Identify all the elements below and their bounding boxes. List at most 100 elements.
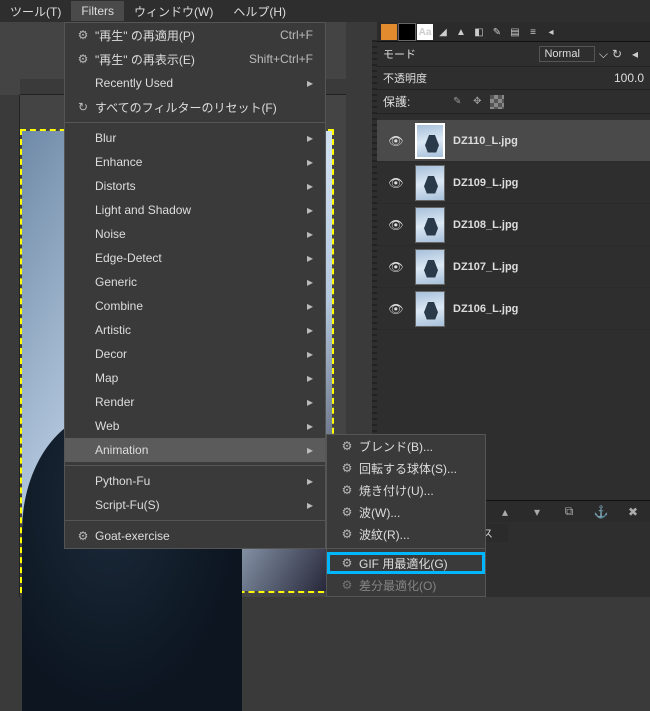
gear-icon: ⚙ — [337, 461, 357, 475]
layer-thumbnail[interactable] — [415, 207, 445, 243]
menu-filters[interactable]: Filters — [71, 1, 124, 21]
menu-decor[interactable]: Decor▸ — [65, 342, 325, 366]
menu-label: Edge-Detect — [93, 251, 307, 265]
menu-label: Python-Fu — [93, 474, 307, 488]
layer-thumbnail[interactable] — [415, 249, 445, 285]
menu-label: すべてのフィルターのリセット(F) — [93, 99, 313, 116]
pattern-icon[interactable]: ▤ — [507, 24, 523, 40]
histogram-icon[interactable]: ◢ — [435, 24, 451, 40]
menu-label: Enhance — [93, 155, 307, 169]
visibility-icon[interactable]: 👁 — [385, 302, 407, 316]
menu-render[interactable]: Render▸ — [65, 390, 325, 414]
submenu-spinning-globe[interactable]: ⚙回転する球体(S)... — [327, 457, 485, 479]
menu-noise[interactable]: Noise▸ — [65, 222, 325, 246]
menu-animation[interactable]: Animation▸ — [65, 438, 325, 462]
chevron-right-icon: ▸ — [307, 131, 313, 145]
visibility-icon[interactable]: 👁 — [385, 218, 407, 232]
menu-artistic[interactable]: Artistic▸ — [65, 318, 325, 342]
chevron-right-icon: ▸ — [307, 443, 313, 457]
submenu-ripple[interactable]: ⚙波紋(R)... — [327, 523, 485, 545]
lock-alpha-icon[interactable] — [490, 95, 504, 109]
menu-script-fu[interactable]: Script-Fu(S)▸ — [65, 493, 325, 517]
raise-layer-icon[interactable]: ▴ — [496, 503, 514, 521]
menu-label: Distorts — [93, 179, 307, 193]
menu-label: Recently Used — [93, 76, 307, 90]
ruler-vertical[interactable] — [0, 95, 20, 597]
chevron-down-icon[interactable]: ⌵ — [599, 47, 608, 62]
menu-label: "再生" の再適用(P) — [93, 27, 280, 44]
chevron-right-icon: ▸ — [307, 179, 313, 193]
layer-thumbnail[interactable] — [415, 123, 445, 159]
opacity-value[interactable]: 100.0 — [614, 71, 644, 85]
menu-web[interactable]: Web▸ — [65, 414, 325, 438]
lower-layer-icon[interactable]: ▾ — [528, 503, 546, 521]
menu-map[interactable]: Map▸ — [65, 366, 325, 390]
visibility-icon[interactable]: 👁 — [385, 134, 407, 148]
channel-icon[interactable] — [381, 24, 397, 40]
gear-icon: ⚙ — [337, 556, 357, 570]
chevron-right-icon: ▸ — [307, 498, 313, 512]
menu-label: Light and Shadow — [93, 203, 307, 217]
layer-row[interactable]: 👁 DZ106_L.jpg — [377, 288, 650, 330]
visibility-icon[interactable]: 👁 — [385, 260, 407, 274]
menu-blur[interactable]: Blur▸ — [65, 126, 325, 150]
lock-position-icon[interactable]: ✥ — [470, 95, 484, 109]
layer-name: DZ110_L.jpg — [453, 135, 518, 147]
menu-label: 回転する球体(S)... — [357, 460, 473, 477]
submenu-blend[interactable]: ⚙ブレンド(B)... — [327, 435, 485, 457]
visibility-icon[interactable]: 👁 — [385, 176, 407, 190]
submenu-diff-optimize[interactable]: ⚙差分最適化(O) — [327, 574, 485, 596]
text-tool-icon[interactable]: Aa — [417, 24, 433, 40]
menu-reset-all-filters[interactable]: ↻ すべてのフィルターのリセット(F) — [65, 95, 325, 119]
brush-icon[interactable]: ✎ — [489, 24, 505, 40]
arrow-left-icon[interactable]: ◂ — [626, 45, 644, 63]
delete-layer-icon[interactable]: ✖ — [624, 503, 642, 521]
layer-row[interactable]: 👁 DZ110_L.jpg — [377, 120, 650, 162]
menu-tools[interactable]: ツール(T) — [0, 0, 71, 23]
chevron-right-icon: ▸ — [307, 395, 313, 409]
menu-window[interactable]: ウィンドウ(W) — [124, 0, 223, 23]
mode-row: モード Normal ⌵ ↻ ◂ — [377, 42, 650, 67]
layer-row[interactable]: 👁 DZ107_L.jpg — [377, 246, 650, 288]
menu-icon[interactable]: ≡ — [525, 24, 541, 40]
layer-thumbnail[interactable] — [415, 291, 445, 327]
mode-label: モード — [383, 46, 539, 62]
anchor-layer-icon[interactable]: ⚓ — [592, 503, 610, 521]
gradient-icon[interactable]: ◧ — [471, 24, 487, 40]
layer-name: DZ108_L.jpg — [453, 219, 518, 231]
chevron-right-icon: ▸ — [307, 251, 313, 265]
panel-mini-toolbar: Aa ◢ ▲ ◧ ✎ ▤ ≡ ◂ — [377, 22, 650, 42]
submenu-burn-in[interactable]: ⚙焼き付け(U)... — [327, 479, 485, 501]
submenu-waves[interactable]: ⚙波(W)... — [327, 501, 485, 523]
arrow-left-icon[interactable]: ◂ — [543, 24, 559, 40]
menu-enhance[interactable]: Enhance▸ — [65, 150, 325, 174]
menu-recently-used[interactable]: Recently Used ▸ — [65, 71, 325, 95]
menu-distorts[interactable]: Distorts▸ — [65, 174, 325, 198]
layer-row[interactable]: 👁 DZ108_L.jpg — [377, 204, 650, 246]
pointer-icon[interactable]: ▲ — [453, 24, 469, 40]
menu-repeat-show[interactable]: ⚙ "再生" の再表示(E) Shift+Ctrl+F — [65, 47, 325, 71]
submenu-gif-optimize[interactable]: ⚙GIF 用最適化(G) — [327, 552, 485, 574]
duplicate-layer-icon[interactable]: ⧉ — [560, 503, 578, 521]
menu-help[interactable]: ヘルプ(H) — [223, 0, 296, 23]
layer-thumbnail[interactable] — [415, 165, 445, 201]
menu-python-fu[interactable]: Python-Fu▸ — [65, 469, 325, 493]
paths-icon[interactable] — [399, 24, 415, 40]
layer-row[interactable]: 👁 DZ109_L.jpg — [377, 162, 650, 204]
menu-combine[interactable]: Combine▸ — [65, 294, 325, 318]
lock-pixels-icon[interactable]: ✎ — [450, 95, 464, 109]
menu-light-shadow[interactable]: Light and Shadow▸ — [65, 198, 325, 222]
reset-mode-icon[interactable]: ↻ — [608, 45, 626, 63]
menu-generic[interactable]: Generic▸ — [65, 270, 325, 294]
mode-select[interactable]: Normal — [539, 46, 594, 62]
gear-icon: ⚙ — [73, 52, 93, 66]
menu-edge-detect[interactable]: Edge-Detect▸ — [65, 246, 325, 270]
menu-repeat-apply[interactable]: ⚙ "再生" の再適用(P) Ctrl+F — [65, 23, 325, 47]
menu-label: Animation — [93, 443, 307, 457]
menu-label: 波(W)... — [357, 504, 473, 521]
chevron-right-icon: ▸ — [307, 474, 313, 488]
menu-goat-exercise[interactable]: ⚙Goat-exercise — [65, 524, 325, 548]
gear-icon: ⚙ — [337, 578, 357, 592]
menu-separator — [65, 465, 325, 466]
chevron-right-icon: ▸ — [307, 155, 313, 169]
